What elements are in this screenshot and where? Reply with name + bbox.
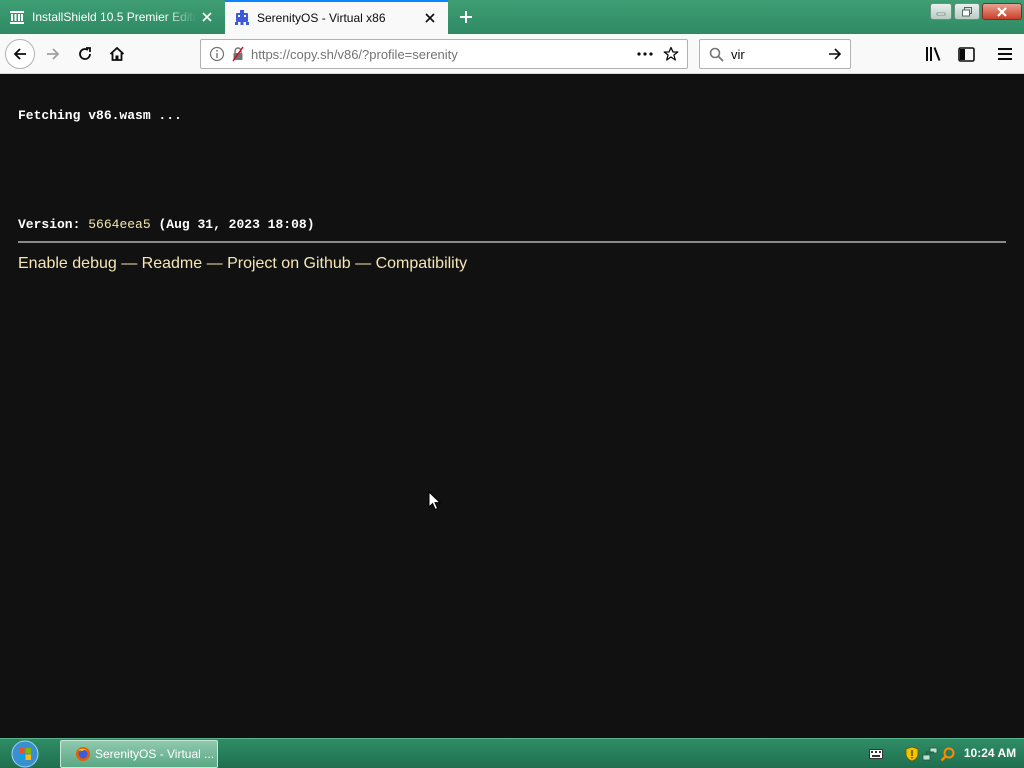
firefox-icon (76, 747, 90, 761)
close-icon (997, 6, 1007, 17)
separator: — (206, 255, 223, 272)
tab-installshield[interactable]: InstallShield 10.5 Premier Edition (0, 0, 225, 34)
version-date: (Aug 31, 2023 18:08) (158, 217, 315, 232)
arrow-right-icon (829, 48, 842, 60)
windows-logo-icon (11, 740, 39, 768)
readme-link[interactable]: Readme (142, 255, 202, 272)
search-icon (707, 45, 725, 63)
page-content: Fetching v86.wasm ... Version: 5664eea5 … (0, 74, 1024, 738)
shield-icon[interactable] (904, 746, 920, 762)
search-bar[interactable] (699, 39, 851, 69)
loading-status: Fetching v86.wasm ... (18, 108, 182, 123)
close-icon[interactable] (420, 8, 440, 28)
browser-tab-strip: InstallShield 10.5 Premier Edition Seren… (0, 0, 1024, 34)
keyboard-icon[interactable] (868, 746, 884, 762)
sidebar-icon (957, 46, 975, 62)
mouse-cursor-icon (428, 491, 442, 511)
close-window-button[interactable] (982, 3, 1022, 20)
plus-icon (460, 11, 472, 23)
back-button[interactable] (5, 39, 35, 69)
lock-icon[interactable] (229, 45, 247, 63)
divider (18, 241, 1006, 243)
forward-button[interactable] (38, 39, 68, 69)
version-info: Version: 5664eea5 (Aug 31, 2023 18:08) (18, 217, 315, 232)
bookmark-star-icon[interactable] (659, 42, 683, 66)
url-text[interactable]: https://copy.sh/v86/?profile=serenity (251, 47, 633, 62)
taskbar-app-firefox[interactable]: SerenityOS - Virtual ... (60, 740, 218, 768)
navigation-toolbar: https://copy.sh/v86/?profile=serenity (0, 34, 1024, 74)
tab-serenityos[interactable]: SerenityOS - Virtual x86 (225, 0, 448, 34)
restore-button[interactable] (954, 3, 980, 20)
taskbar-app-label: SerenityOS - Virtual ... (95, 747, 215, 761)
home-icon (109, 46, 125, 61)
windows-taskbar: SerenityOS - Virtual ... 10:24 AM (0, 738, 1024, 768)
menu-button[interactable] (992, 41, 1018, 67)
tab-title: InstallShield 10.5 Premier Edition (32, 10, 197, 24)
new-tab-button[interactable] (454, 5, 478, 29)
footer-links: Enable debug — Readme — Project on Githu… (18, 255, 467, 273)
version-label: Version: (18, 217, 81, 232)
search-icon[interactable] (940, 746, 956, 762)
info-icon[interactable] (208, 45, 226, 63)
search-go-button[interactable] (824, 43, 846, 65)
library-button[interactable] (921, 41, 947, 67)
version-hash[interactable]: 5664eea5 (88, 217, 150, 232)
hamburger-menu-icon (998, 48, 1012, 60)
github-link[interactable]: Project on Github (227, 255, 351, 272)
search-input[interactable] (731, 46, 821, 62)
v86-app-icon (235, 10, 249, 25)
address-bar[interactable]: https://copy.sh/v86/?profile=serenity (200, 39, 688, 69)
library-building-icon (10, 11, 24, 24)
network-icon[interactable] (922, 746, 938, 762)
home-button[interactable] (102, 39, 132, 69)
enable-debug-link[interactable]: Enable debug (18, 255, 117, 272)
arrow-right-icon (47, 48, 60, 60)
library-icon (926, 47, 941, 61)
separator: — (355, 255, 372, 272)
reload-icon (79, 47, 91, 60)
separator: — (121, 255, 138, 272)
close-icon[interactable] (197, 7, 217, 27)
minimize-button[interactable] (930, 3, 952, 20)
reload-button[interactable] (70, 39, 100, 69)
start-button[interactable] (4, 740, 46, 768)
compatibility-link[interactable]: Compatibility (376, 255, 468, 272)
page-actions-icon[interactable] (633, 42, 657, 66)
system-clock[interactable]: 10:24 AM (962, 746, 1018, 760)
arrow-left-icon (13, 48, 26, 60)
minimize-icon (936, 12, 946, 15)
tab-title: SerenityOS - Virtual x86 (257, 11, 386, 25)
sidebar-button[interactable] (953, 41, 979, 67)
restore-icon (962, 6, 972, 16)
